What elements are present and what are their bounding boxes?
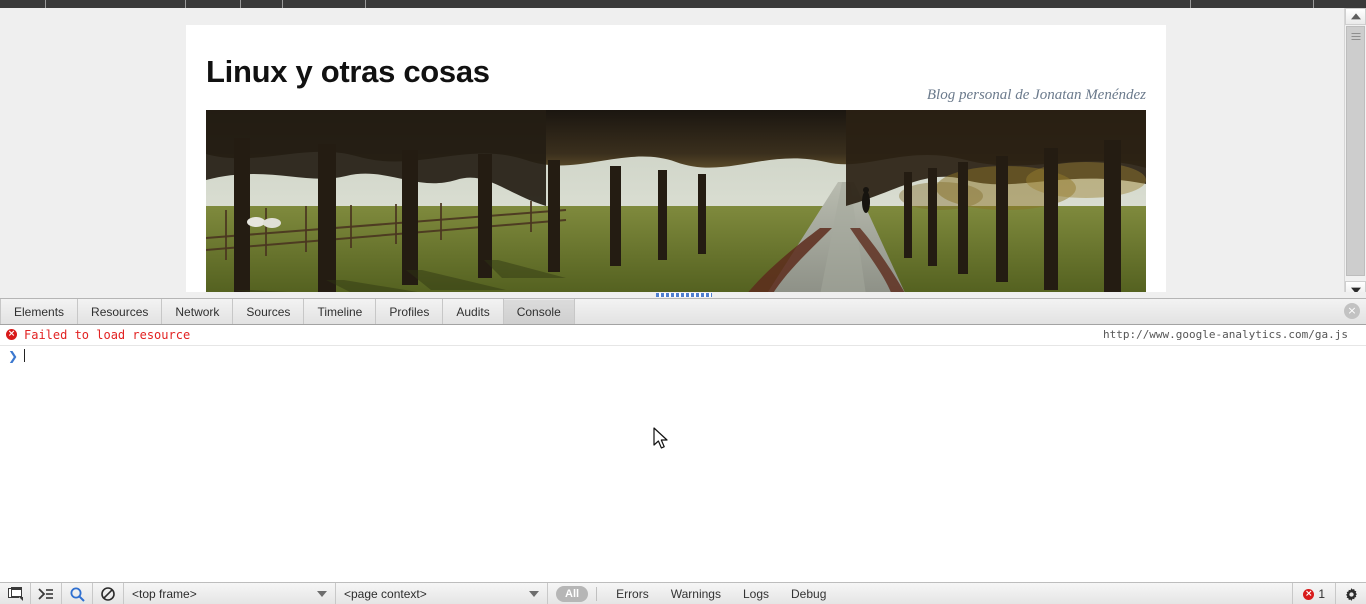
strip-separator [185, 0, 186, 8]
tab-elements[interactable]: Elements [0, 299, 79, 324]
tab-label: Elements [14, 304, 65, 319]
browser-viewport[interactable]: Linux y otras cosas Blog personal de Jon… [0, 8, 1345, 298]
window-title-strip [0, 0, 1366, 8]
error-icon: × [6, 329, 17, 340]
console-message-row[interactable]: × Failed to load resource http://www.goo… [0, 325, 1366, 346]
tab-resources[interactable]: Resources [78, 299, 163, 324]
dock-panel-icon[interactable] [0, 583, 31, 604]
frame-select[interactable]: <top frame> [124, 583, 336, 604]
prompt-chevron-icon: ❯ [8, 349, 19, 363]
error-count-badge[interactable]: × 1 [1292, 583, 1335, 604]
tab-label: Resources [91, 304, 149, 319]
devtools-tab-list: Elements Resources Network Sources Timel… [0, 299, 1366, 324]
devtools-panel: Elements Resources Network Sources Timel… [0, 298, 1366, 604]
strip-separator [282, 0, 283, 8]
scroll-up-button[interactable] [1345, 8, 1366, 25]
tab-label: Timeline [317, 304, 363, 319]
filter-errors-button[interactable]: Errors [605, 583, 660, 604]
splitter-grip-icon[interactable] [656, 293, 712, 297]
strip-separator [45, 0, 46, 8]
strip-separator [365, 0, 366, 8]
inspect-element-icon[interactable] [62, 583, 93, 604]
console-message-text: Failed to load resource [24, 328, 191, 342]
filter-logs-button[interactable]: Logs [732, 583, 780, 604]
context-select[interactable]: <page context> [336, 583, 548, 604]
strip-separator [240, 0, 241, 8]
tab-label: Audits [456, 304, 490, 319]
page-scrollbar[interactable] [1344, 8, 1366, 298]
tab-sources[interactable]: Sources [233, 299, 305, 324]
context-select-value: <page context> [344, 587, 427, 601]
filter-all-button[interactable]: All [556, 586, 589, 602]
tab-label: Network [175, 304, 220, 319]
show-drawer-icon[interactable] [31, 583, 62, 604]
tab-network[interactable]: Network [162, 299, 234, 324]
tab-timeline[interactable]: Timeline [304, 299, 377, 324]
console-message-area[interactable]: × Failed to load resource http://www.goo… [0, 325, 1366, 583]
screen-root: Linux y otras cosas Blog personal de Jon… [0, 0, 1366, 604]
scroll-up-arrow-icon [1350, 12, 1361, 19]
console-message-url[interactable]: http://www.google-analytics.com/ga.js [1103, 328, 1348, 341]
filter-warnings-button[interactable]: Warnings [660, 583, 732, 604]
banner-image [206, 110, 1146, 295]
strip-separator [1190, 0, 1191, 8]
console-prompt-row[interactable]: ❯ [0, 346, 1366, 364]
filter-debug-button[interactable]: Debug [780, 583, 837, 604]
chevron-down-icon [317, 591, 327, 597]
gear-icon[interactable] [1335, 583, 1366, 604]
statusbar-spacer [837, 583, 1292, 604]
tab-console[interactable]: Console [503, 299, 575, 324]
tab-audits[interactable]: Audits [443, 299, 504, 324]
devtools-tabbar: Elements Resources Network Sources Timel… [0, 299, 1366, 325]
tab-label: Sources [246, 304, 291, 319]
clear-console-icon[interactable] [93, 583, 124, 604]
scrollbar-grip-icon [1351, 33, 1360, 40]
strip-separator [1313, 0, 1314, 8]
page-title: Linux y otras cosas [206, 54, 490, 89]
tab-label: Profiles [389, 304, 430, 319]
error-icon: × [1303, 588, 1315, 600]
tab-profiles[interactable]: Profiles [376, 299, 444, 324]
tab-label: Console [516, 304, 561, 319]
close-icon[interactable]: × [1344, 303, 1360, 319]
console-input-caret [24, 349, 25, 362]
page-content-card: Linux y otras cosas Blog personal de Jon… [186, 25, 1166, 298]
error-count-label: 1 [1318, 587, 1325, 601]
filter-separator [596, 587, 598, 601]
site-tagline: Blog personal de Jonatan Menéndez [926, 87, 1146, 103]
frame-select-value: <top frame> [132, 587, 197, 601]
scrollbar-thumb[interactable] [1346, 26, 1365, 276]
chevron-down-icon [529, 591, 539, 597]
devtools-statusbar: <top frame> <page context> All Errors Wa… [0, 582, 1366, 604]
mouse-pointer [653, 427, 671, 456]
